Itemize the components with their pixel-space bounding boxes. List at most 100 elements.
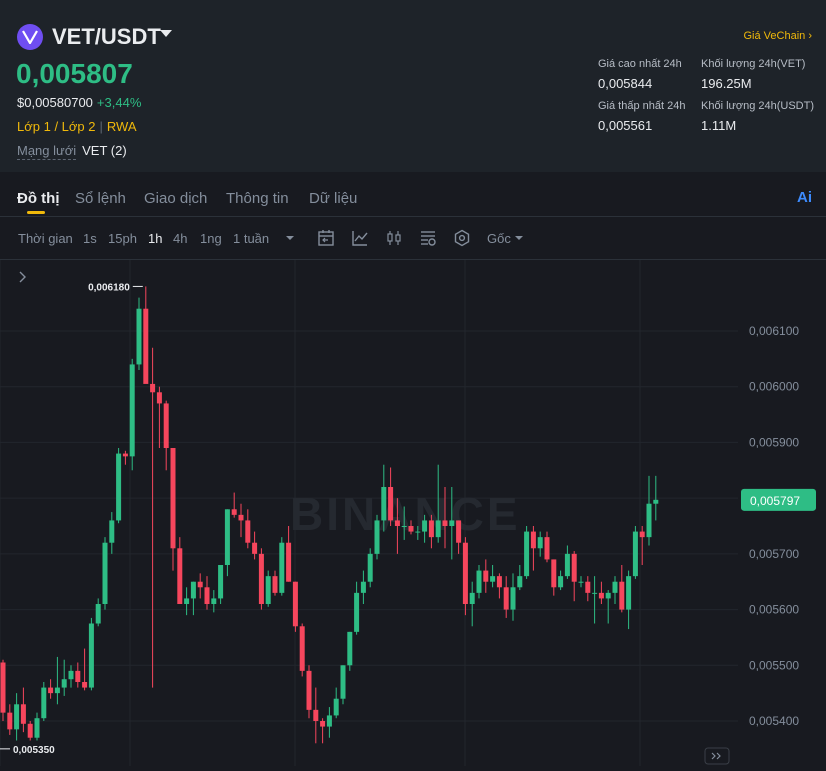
current-price-label: 0,005797 [750,494,800,508]
interval-1h[interactable]: 1h [148,231,162,246]
pair-dropdown-icon[interactable] [160,30,172,37]
stat-vol-usdt-value: 1.11M [701,118,737,133]
chart-toolbar: Thời gian 1s 15ph 1h 4h 1ng 1 tuần Gốc [0,217,826,260]
candle-body [388,487,394,521]
price-type-select[interactable]: Gốc [487,231,511,246]
candle-body [143,308,149,384]
chevron-right-icon[interactable] [19,271,26,283]
candle-body [0,662,6,713]
tab-info[interactable]: Thông tin [226,190,289,207]
candle-body [292,581,298,627]
tab-trades[interactable]: Giao dịch [144,190,207,207]
stat-high-label: Giá cao nhất 24h [598,58,682,70]
candle-body [374,520,380,554]
stat-low: Giá thấp nhất 24h 0,005561 [598,100,685,133]
candle-body [415,531,421,533]
candle-body [476,570,482,593]
candle-body [524,531,530,577]
stat-high-value: 0,005844 [598,76,653,91]
tag-rwa[interactable]: RWA [107,119,137,134]
stat-vol-vet: Khối lượng 24h(VET) 196.25M [701,58,805,91]
candle-body [163,403,169,448]
candle-body [299,626,305,671]
candle-body [537,537,543,549]
candle-body [435,520,441,538]
tab-chart[interactable]: Đồ thị [17,190,60,207]
y-axis: 0,0061000,0060000,0059000,0058000,005700… [749,324,799,728]
interval-1s[interactable]: 1s [83,231,97,246]
candle-body [367,553,373,582]
active-tab-indicator [27,211,45,214]
candle-body [204,587,210,604]
interval-4h[interactable]: 4h [173,231,187,246]
candle-body [306,670,312,710]
interval-15m[interactable]: 15ph [108,231,137,246]
candle-body [347,631,353,666]
candle-body [626,576,632,610]
candle-body [612,581,618,593]
candle-body [551,559,557,588]
interval-1w[interactable]: 1 tuần [233,231,269,246]
candle-body [190,581,196,599]
calendar-range-icon[interactable] [317,229,335,247]
price-type-dropdown-icon[interactable] [513,233,525,243]
y-tick-label: 0,005600 [749,603,799,617]
y-tick-label: 0,005900 [749,435,799,449]
candle-body [449,520,455,526]
candle-body [258,553,264,604]
candle-body [184,598,190,604]
candle-body [456,520,462,543]
interval-dropdown-icon[interactable] [284,233,296,243]
candle-body [136,308,142,365]
vechain-price-link[interactable]: Giá VeChain › [744,30,813,42]
tab-data[interactable]: Dữ liệu [309,190,357,207]
candle-body [14,704,20,730]
candle-body [7,712,13,730]
stat-vol-usdt: Khối lượng 24h(USDT) 1.11M [701,100,814,133]
candlestick-chart-svg[interactable]: BINANCE 0,0061000,0060000,0059000,005800… [0,260,826,766]
y-tick-label: 0,005700 [749,547,799,561]
candle-body [170,448,176,549]
usd-price-line: $0,00580700 +3,44% [17,95,141,110]
candle-body [354,592,360,632]
candle-body [129,364,135,457]
candle-body [360,581,366,593]
pair-selector[interactable]: VET/USDT [52,24,161,50]
candlestick-icon[interactable] [385,229,403,247]
candle-body [530,531,536,549]
ticker-header: VET/USDT 0,005807 $0,00580700 +3,44% Lớp … [0,0,826,172]
usd-price: $0,00580700 [17,95,93,110]
chevron-right-icon: › [808,30,812,42]
candle-body [34,718,40,738]
candle-body [544,537,550,560]
y-tick-label: 0,006100 [749,324,799,338]
binance-watermark: BINANCE [290,488,521,540]
tab-order-book[interactable]: Sổ lệnh [75,190,126,207]
candle-body [150,383,156,393]
tag-layer[interactable]: Lớp 1 / Lớp 2 [17,119,96,134]
candle-body [469,592,475,604]
ai-button[interactable]: Ai [797,189,812,206]
candle-body [462,542,468,604]
section-tabs: Đồ thị Sổ lệnh Giao dịch Thông tin Dữ li… [0,180,826,217]
candle-body [20,704,26,724]
candle-body [313,709,319,721]
candle-body [252,542,258,554]
scroll-to-latest-button[interactable] [704,747,730,765]
line-chart-icon[interactable] [351,229,369,247]
time-label: Thời gian [18,231,73,246]
stat-vol-vet-label: Khối lượng 24h(VET) [701,58,806,70]
candle-body [116,453,122,521]
candle-body [517,576,523,588]
indicators-icon[interactable] [419,229,437,247]
price-chart[interactable]: BINANCE 0,0061000,0060000,0059000,005800… [0,260,826,766]
interval-1d[interactable]: 1ng [200,231,222,246]
vechain-link-label: Giá VeChain [743,30,806,42]
settings-hexagon-icon[interactable] [453,229,471,247]
candle-body [333,698,339,716]
network-value: VET (2) [82,143,127,158]
candle-body [75,670,81,682]
candle-body [592,592,598,594]
candle-body [585,581,591,593]
candle-body [503,587,509,610]
